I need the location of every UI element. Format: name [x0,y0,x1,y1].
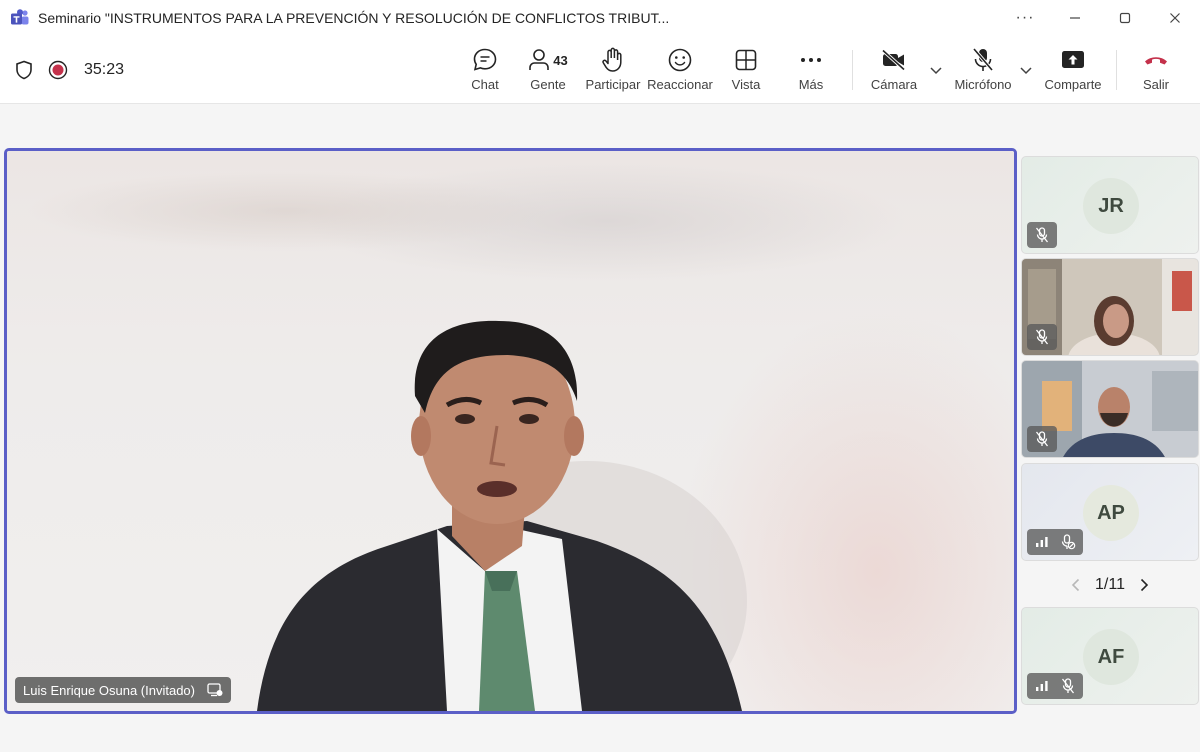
participant-tile[interactable]: AF [1021,607,1199,705]
chat-label: Chat [471,77,499,92]
chat-icon [472,46,498,74]
mic-options-chevron-icon[interactable] [1018,62,1034,78]
next-page-icon[interactable] [1133,574,1155,596]
participant-avatar: AF [1083,629,1139,685]
hang-up-icon [1143,46,1169,74]
more-label: Más [798,77,824,92]
mic-off-icon [971,46,995,74]
maximize-button[interactable] [1100,0,1150,36]
participant-status-badge [1027,529,1083,555]
grid-view-icon [734,46,758,74]
people-icon [528,48,550,72]
participant-tile-video[interactable] [1021,360,1199,458]
speaker-name: Luis Enrique Osuna (Invitado) [23,682,195,698]
toolbar-divider [1116,50,1117,90]
view-label: Vista [731,77,761,92]
main-video-stage[interactable]: Luis Enrique Osuna (Invitado) [4,148,1017,714]
speaker-video [257,320,747,711]
microphone-button[interactable]: Micrófono [953,46,1013,98]
leave-label: Salir [1142,77,1169,92]
window-title: Seminario "INSTRUMENTOS PARA LA PREVENCI… [38,10,670,26]
participant-tile[interactable]: JR [1021,156,1199,254]
minimize-button[interactable] [1050,0,1100,36]
leave-button[interactable]: Salir [1138,46,1174,98]
speaker-name-tag: Luis Enrique Osuna (Invitado) [15,677,231,703]
teams-logo-icon [10,8,30,28]
signal-bars-icon [1032,533,1052,551]
recording-icon [48,60,68,80]
meeting-timer: 35:23 [84,61,125,78]
camera-button[interactable]: Cámara [871,46,917,98]
mic-muted-icon [1032,430,1052,448]
people-count: 43 [553,52,568,68]
participant-status-badge [1027,426,1057,452]
meeting-toolbar: 35:23 Chat 43 Gente Participar Reacciona… [0,36,1200,104]
mic-muted-icon [1032,226,1052,244]
more-options-icon[interactable]: ··· [1000,0,1050,36]
shield-icon[interactable] [14,60,34,80]
title-bar: Seminario "INSTRUMENTOS PARA LA PREVENCI… [0,0,1200,36]
microphone-label: Micrófono [954,77,1012,92]
mic-muted-icon [1058,533,1078,551]
camera-label: Cámara [870,77,918,92]
signal-bars-icon [1032,677,1052,695]
share-label: Comparte [1044,77,1102,92]
camera-off-icon [880,46,908,74]
participant-tile-video[interactable] [1021,258,1199,356]
share-button[interactable]: Comparte [1043,46,1103,98]
react-label: Reaccionar [647,77,713,92]
react-button[interactable]: Reaccionar [647,46,713,98]
page-indicator: 1/11 [1095,576,1125,593]
close-window-button[interactable] [1150,0,1200,36]
previous-page-icon[interactable] [1065,574,1087,596]
smiley-icon [667,46,693,74]
screen-share-indicator-icon [207,683,223,697]
participant-avatar: AP [1083,485,1139,541]
raise-hand-label: Participar [585,77,641,92]
chat-button[interactable]: Chat [466,46,504,98]
raise-hand-button[interactable]: Participar [585,46,641,98]
people-label: Gente [530,77,566,92]
participant-tile[interactable]: AP [1021,463,1199,561]
view-button[interactable]: Vista [728,46,764,98]
toolbar-divider [852,50,853,90]
participant-status-badge [1027,222,1057,248]
camera-options-chevron-icon[interactable] [928,62,944,78]
participant-pager: 1/11 [1021,572,1199,598]
participant-status-badge [1027,324,1057,350]
participant-avatar: JR [1083,178,1139,234]
people-button[interactable]: 43 Gente [526,46,570,98]
more-button[interactable]: Más [795,46,827,98]
hand-icon [601,46,625,74]
share-screen-icon [1060,46,1086,74]
mic-muted-icon [1058,677,1078,695]
participant-status-badge [1027,673,1083,699]
more-dots-icon [800,46,822,74]
mic-muted-icon [1032,328,1052,346]
